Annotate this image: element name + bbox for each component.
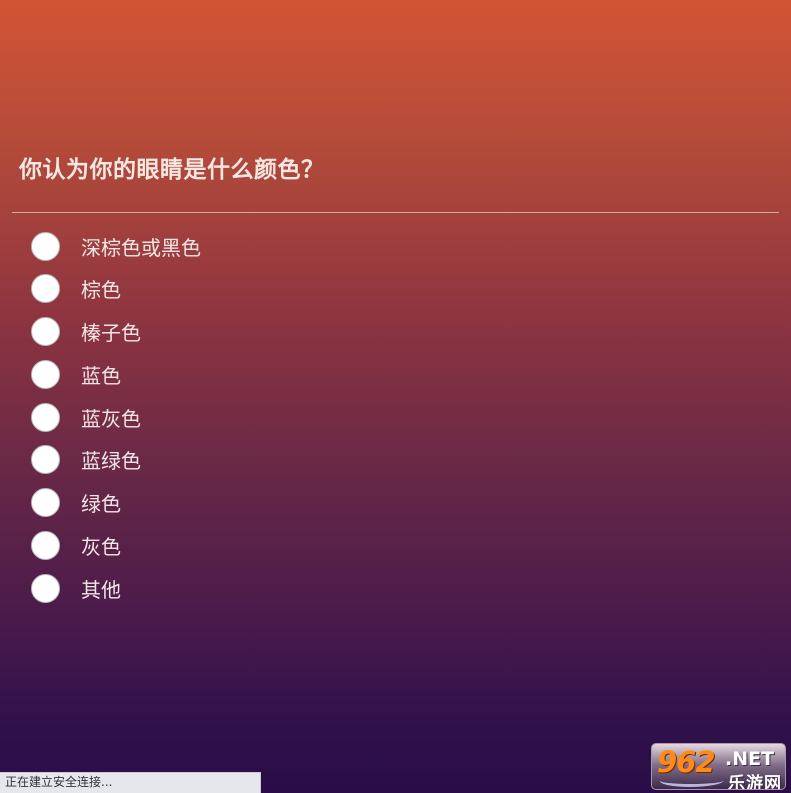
radio-button[interactable] (31, 402, 60, 432)
option-blue-gray[interactable]: 蓝灰色 (31, 400, 201, 434)
watermark-swoosh (657, 774, 727, 787)
radio-button[interactable] (31, 317, 60, 347)
radio-button[interactable] (31, 488, 60, 518)
option-dark-brown-or-black[interactable]: 深棕色或黑色 (31, 229, 201, 263)
watermark-domain: .NET (725, 748, 775, 770)
option-hazel[interactable]: 榛子色 (31, 315, 201, 349)
radio-button[interactable] (31, 531, 60, 561)
option-label: 灰色 (81, 535, 121, 560)
option-label: 蓝色 (81, 363, 121, 388)
radio-button[interactable] (31, 274, 60, 304)
option-label: 绿色 (81, 492, 121, 517)
option-blue[interactable]: 蓝色 (31, 357, 201, 391)
radio-button[interactable] (31, 445, 60, 475)
option-label: 深棕色或黑色 (81, 235, 201, 260)
option-label: 榛子色 (81, 321, 141, 346)
radio-button[interactable] (31, 231, 60, 261)
question-divider (12, 212, 779, 213)
option-label: 其他 (81, 577, 121, 602)
answer-options: 深棕色或黑色 棕色 榛子色 蓝色 蓝灰色 蓝绿色 绿色 灰色 其他 (31, 229, 201, 614)
option-label: 蓝灰色 (81, 406, 141, 431)
option-other[interactable]: 其他 (31, 571, 201, 605)
question-title: 你认为你的眼睛是什么颜色？ (19, 157, 325, 183)
option-blue-green[interactable]: 蓝绿色 (31, 443, 201, 477)
option-label: 棕色 (81, 278, 121, 303)
option-brown[interactable]: 棕色 (31, 272, 201, 306)
status-bar: 正在建立安全连接... (0, 772, 261, 793)
watermark-site-name: 乐游网 (728, 774, 782, 790)
site-watermark: 962 .NET 乐游网 (651, 743, 786, 790)
option-gray[interactable]: 灰色 (31, 529, 201, 563)
radio-button[interactable] (31, 359, 60, 389)
option-green[interactable]: 绿色 (31, 486, 201, 520)
option-label: 蓝绿色 (81, 449, 141, 474)
radio-button[interactable] (31, 573, 60, 603)
